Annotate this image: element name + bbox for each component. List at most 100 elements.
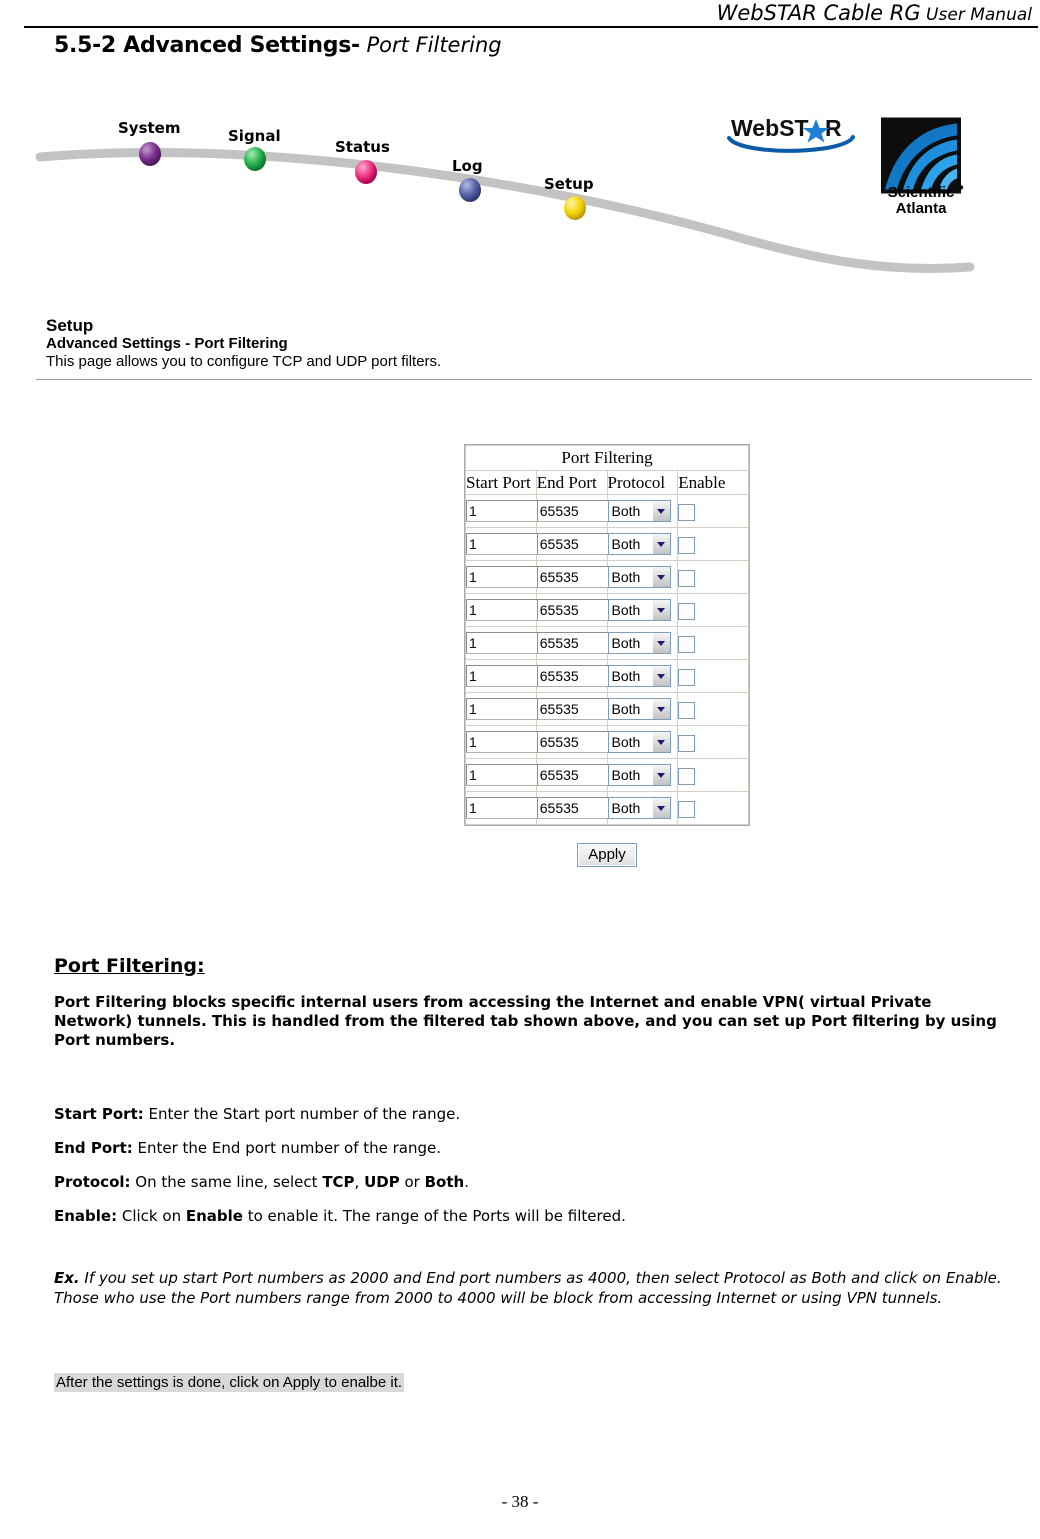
enable-checkbox[interactable]	[678, 734, 696, 752]
end-port-input[interactable]: 65535	[536, 764, 609, 787]
nav-label-log[interactable]: Log	[452, 157, 483, 175]
cell-end-port: 65535	[536, 726, 609, 758]
end-port-input[interactable]: 65535	[536, 500, 609, 523]
start-port-input[interactable]: 1	[466, 500, 541, 523]
enable-checkbox[interactable]	[678, 668, 696, 686]
explanation-intro-paragraph: Port Filtering blocks specific internal …	[54, 993, 997, 1049]
enable-checkbox[interactable]	[678, 800, 696, 818]
protocol-select[interactable]: Both	[607, 500, 671, 523]
nav-dot-system[interactable]	[139, 142, 161, 166]
enable-checkbox[interactable]	[678, 767, 696, 785]
end-port-input[interactable]: 65535	[536, 632, 609, 655]
table-row: 1 65535 Both	[466, 528, 748, 560]
start-port-input[interactable]: 1	[466, 632, 541, 655]
column-header-start-port: Start Port	[466, 471, 536, 494]
start-port-input[interactable]: 1	[466, 566, 541, 589]
router-ui-banner: System Signal Status Log Setup WebST R S…	[30, 95, 1010, 285]
protocol-select[interactable]: Both	[607, 632, 671, 655]
field-text-enable-post: to enable it. The range of the Ports wil…	[242, 1207, 626, 1225]
field-text-enable-pre: Click on	[117, 1207, 186, 1225]
end-port-input[interactable]: 65535	[536, 797, 609, 820]
start-port-input[interactable]: 1	[466, 698, 541, 721]
nav-label-setup[interactable]: Setup	[544, 175, 594, 193]
end-port-input[interactable]: 65535	[536, 599, 609, 622]
enable-checkbox[interactable]	[678, 536, 696, 554]
field-descriptions: Start Port: Enter the Start port number …	[54, 1105, 1014, 1241]
page-footer: - 38 -	[501, 1492, 539, 1511]
field-text-end-port: Enter the End port number of the range.	[132, 1139, 442, 1157]
setup-title: Setup	[46, 316, 94, 335]
start-port-input[interactable]: 1	[466, 533, 541, 556]
example-body: If you set up start Port numbers as 2000…	[54, 1269, 1002, 1307]
end-port-input[interactable]: 65535	[536, 533, 609, 556]
nav-dot-signal[interactable]	[244, 147, 266, 171]
table-header-row: Start Port End Port Protocol Enable	[466, 471, 748, 494]
cell-start-port: 1	[466, 561, 541, 593]
protocol-select[interactable]: Both	[607, 566, 671, 589]
protocol-select[interactable]: Both	[607, 599, 671, 622]
protocol-selected-value: Both	[611, 701, 641, 718]
enable-checkbox[interactable]	[678, 602, 696, 620]
table-row: 1 65535 Both	[466, 693, 748, 725]
table-row: 1 65535 Both	[466, 561, 748, 593]
chevron-down-icon[interactable]	[651, 600, 670, 621]
nav-label-status[interactable]: Status	[335, 138, 390, 156]
protocol-select[interactable]: Both	[607, 797, 671, 820]
column-header-enable: Enable	[678, 471, 748, 494]
start-port-input[interactable]: 1	[466, 665, 541, 688]
chevron-down-icon[interactable]	[651, 732, 670, 753]
protocol-select[interactable]: Both	[607, 764, 671, 787]
chevron-down-icon[interactable]	[651, 666, 670, 687]
nav-dot-log[interactable]	[459, 178, 481, 202]
protocol-selected-value: Both	[611, 734, 641, 751]
cell-enable	[678, 561, 748, 593]
protocol-select[interactable]: Both	[607, 665, 671, 688]
apply-button[interactable]: Apply	[577, 843, 637, 867]
protocol-select[interactable]: Both	[607, 698, 671, 721]
protocol-select[interactable]: Both	[607, 731, 671, 754]
chevron-down-icon[interactable]	[651, 567, 670, 588]
field-value-udp: UDP	[364, 1173, 400, 1191]
end-port-input[interactable]: 65535	[536, 698, 609, 721]
start-port-input[interactable]: 1	[466, 797, 541, 820]
nav-dot-setup[interactable]	[564, 196, 586, 220]
start-port-input[interactable]: 1	[466, 731, 541, 754]
enable-checkbox[interactable]	[678, 503, 696, 521]
cell-end-port: 65535	[536, 627, 609, 659]
protocol-select[interactable]: Both	[607, 533, 671, 556]
start-port-input[interactable]: 1	[466, 599, 541, 622]
cell-protocol: Both	[607, 759, 678, 791]
table-row: 1 65535 Both	[466, 792, 748, 824]
end-port-input[interactable]: 65535	[536, 566, 609, 589]
sa-line-2: Atlanta	[895, 200, 947, 217]
chevron-down-icon[interactable]	[651, 633, 670, 654]
nav-dot-status[interactable]	[355, 160, 377, 184]
table-row: 1 65535 Both	[466, 759, 748, 791]
cell-start-port: 1	[466, 594, 541, 626]
example-label: Ex.	[54, 1269, 80, 1287]
chevron-down-icon[interactable]	[651, 699, 670, 720]
cell-end-port: 65535	[536, 594, 609, 626]
cell-enable	[678, 726, 748, 758]
nav-label-system[interactable]: System	[118, 119, 180, 137]
protocol-selected-value: Both	[611, 635, 641, 652]
cell-protocol: Both	[607, 792, 678, 824]
enable-checkbox[interactable]	[678, 701, 696, 719]
end-port-input[interactable]: 65535	[536, 665, 609, 688]
chevron-down-icon[interactable]	[651, 534, 670, 555]
cell-start-port: 1	[466, 693, 541, 725]
chevron-down-icon[interactable]	[651, 765, 670, 786]
field-enable: Enable: Click on Enable to enable it. Th…	[54, 1207, 1014, 1226]
enable-checkbox[interactable]	[678, 635, 696, 653]
field-label-protocol: Protocol:	[54, 1173, 131, 1191]
field-sep-1: ,	[354, 1173, 365, 1191]
cell-end-port: 65535	[536, 495, 609, 527]
chevron-down-icon[interactable]	[651, 798, 670, 819]
end-port-input[interactable]: 65535	[536, 731, 609, 754]
page-title: 5.5-2 Advanced Settings- Port Filtering	[54, 33, 502, 58]
nav-label-signal[interactable]: Signal	[228, 127, 281, 145]
start-port-input[interactable]: 1	[466, 764, 541, 787]
enable-checkbox[interactable]	[678, 569, 696, 587]
chevron-down-icon[interactable]	[651, 501, 670, 522]
cell-enable	[678, 627, 748, 659]
